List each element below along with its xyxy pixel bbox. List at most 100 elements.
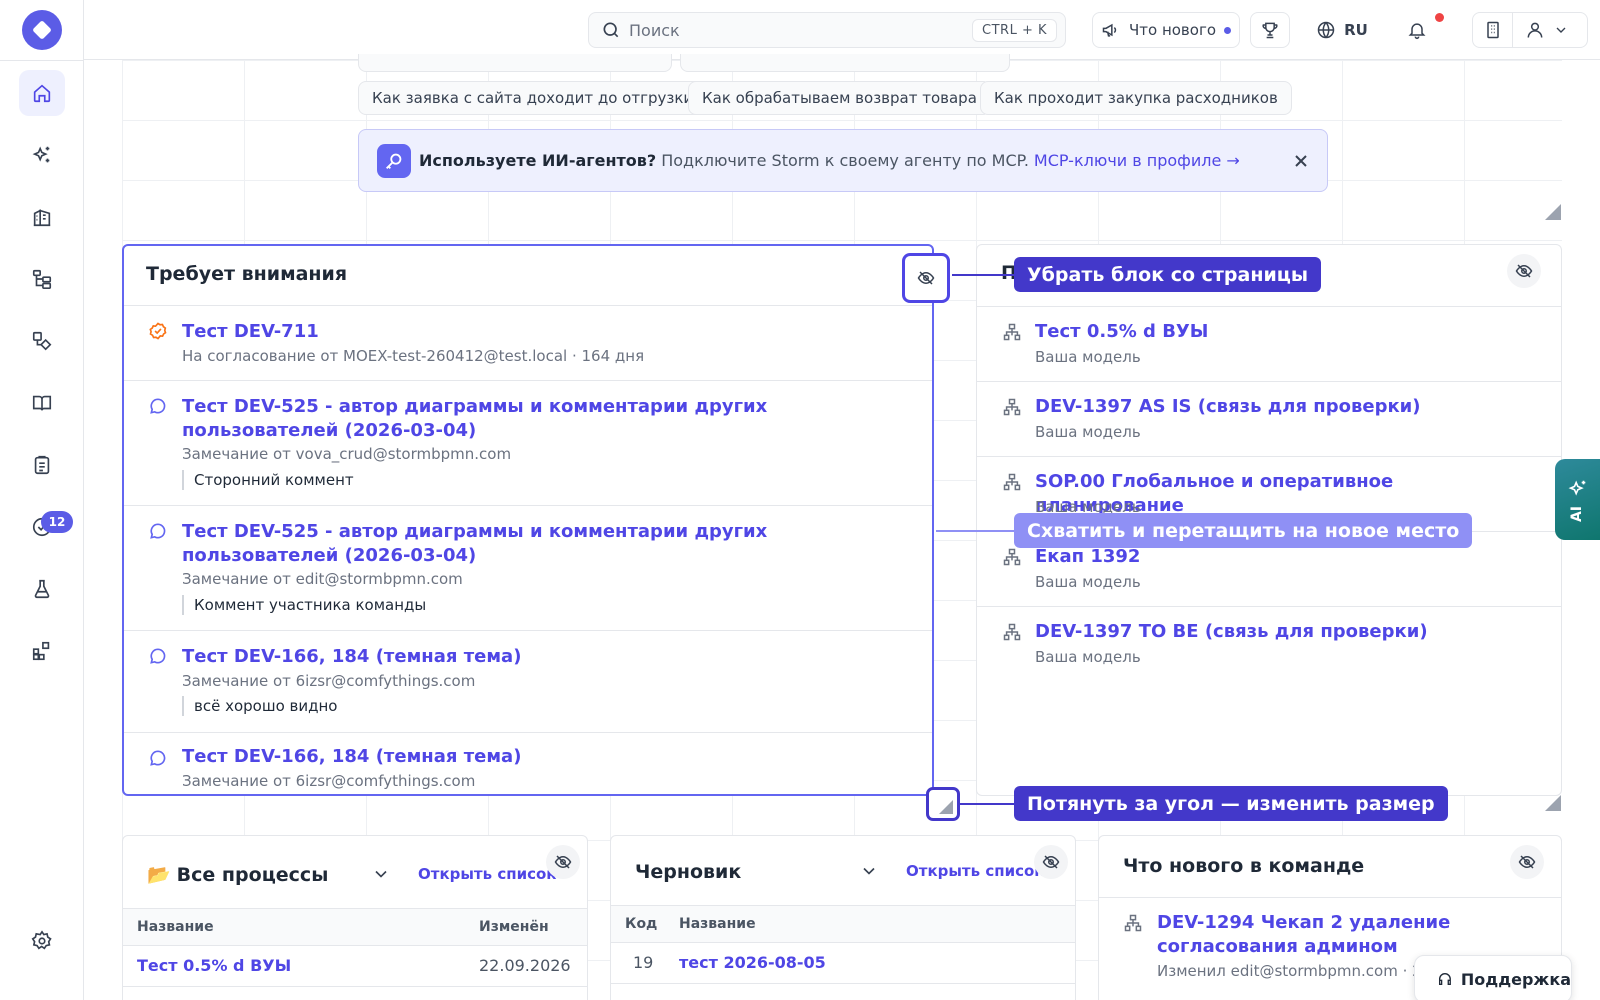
language-button[interactable]: RU bbox=[1304, 12, 1380, 48]
item-comment: Коммент участника команды bbox=[182, 595, 426, 615]
quick-chip-hidden-1[interactable] bbox=[358, 54, 672, 72]
banner-bold-text: Используете ИИ-агентов? bbox=[419, 151, 657, 170]
item-title[interactable]: DEV-1397 AS IS (связь для проверки) bbox=[1035, 395, 1539, 419]
item-title[interactable]: DEV-1397 TO BE (связь для проверки) bbox=[1035, 620, 1539, 644]
banner-text: Подключите Storm к своему агенту по MCP. bbox=[661, 151, 1029, 170]
column-header-code: Код bbox=[625, 916, 658, 932]
draft-card[interactable]: Черновик Открыть список Код Название 19 … bbox=[610, 835, 1076, 1000]
support-button[interactable]: Поддержка bbox=[1414, 955, 1572, 1000]
item-title[interactable]: Тест DEV-166, 184 (темная тема) bbox=[182, 745, 910, 769]
quick-chip[interactable]: Как проходит закупка расходников bbox=[980, 81, 1292, 115]
hide-block-button[interactable] bbox=[546, 845, 580, 879]
process-changed-date: 22.09.2026 bbox=[479, 956, 571, 975]
sidebar-item-clipboard[interactable] bbox=[19, 442, 65, 488]
banner-mcp-link[interactable]: MCP-ключи в профиле → bbox=[1034, 151, 1240, 170]
eye-off-icon bbox=[1515, 264, 1533, 278]
open-list-link[interactable]: Открыть список bbox=[906, 862, 1044, 880]
close-icon[interactable] bbox=[1289, 149, 1313, 173]
callout-hide-block: Убрать блок со страницы bbox=[1014, 257, 1322, 292]
mcp-banner: Используете ИИ-агентов? Подключите Storm… bbox=[358, 129, 1328, 192]
list-item[interactable]: DEV-1397 AS IS (связь для проверки) Ваша… bbox=[977, 381, 1561, 456]
sparkles-icon bbox=[1568, 479, 1585, 496]
item-title[interactable]: Тест DEV-525 - автор диаграммы и коммент… bbox=[182, 395, 910, 443]
clipboard-icon bbox=[34, 455, 50, 475]
item-subtitle: Ваша модель bbox=[1035, 423, 1141, 441]
search-input[interactable]: Поиск bbox=[629, 21, 972, 40]
item-subtitle: Ваша модель bbox=[1035, 348, 1141, 366]
language-label: RU bbox=[1344, 21, 1368, 39]
diagram-icon bbox=[1003, 473, 1021, 491]
diagram-icon bbox=[1003, 623, 1021, 641]
ai-assistant-tab[interactable]: AI bbox=[1555, 459, 1600, 540]
sidebar-item-knowledge[interactable] bbox=[19, 380, 65, 426]
process-link[interactable]: Тест 0.5% d ВУЫ bbox=[137, 956, 291, 975]
logo-diamond-icon bbox=[33, 21, 51, 39]
resize-corner-highlight[interactable] bbox=[926, 787, 960, 821]
team-news-title: Что нового в команде bbox=[1123, 855, 1365, 877]
all-processes-card[interactable]: 📂 Все процессы Открыть список Название Из… bbox=[122, 835, 588, 1000]
list-item[interactable]: Тест DEV-166, 184 (темная тема) Замечани… bbox=[124, 732, 932, 794]
item-subtitle: На согласование от MOEX-test-260412@test… bbox=[182, 347, 645, 365]
hierarchy-icon bbox=[32, 269, 52, 289]
whats-new-label: Что нового bbox=[1128, 21, 1217, 39]
item-title[interactable]: Тест DEV-711 bbox=[182, 320, 910, 344]
sidebar-item-widgets[interactable] bbox=[19, 628, 65, 674]
draft-link[interactable]: тест 2026-08-05 bbox=[679, 953, 826, 972]
list-item[interactable]: Тест DEV-525 - автор диаграммы и коммент… bbox=[124, 380, 932, 505]
list-item[interactable]: DEV-1397 TO BE (связь для проверки) Ваша… bbox=[977, 606, 1561, 681]
item-title[interactable]: DEV-1294 Чекап 2 удаление согласования а… bbox=[1157, 911, 1539, 959]
sidebar-item-ai[interactable] bbox=[19, 132, 65, 178]
company-icon bbox=[1486, 21, 1499, 39]
sidebar-item-home[interactable] bbox=[19, 70, 65, 116]
diagram-icon bbox=[1003, 548, 1021, 566]
headset-icon bbox=[1438, 973, 1451, 985]
item-title[interactable]: Тест DEV-525 - автор диаграммы и коммент… bbox=[182, 520, 910, 568]
item-title[interactable]: Тест 0.5% d ВУЫ bbox=[1035, 320, 1539, 344]
list-item[interactable]: Тест 0.5% d ВУЫ Ваша модель bbox=[977, 306, 1561, 381]
list-item[interactable]: Тест DEV-525 - автор диаграммы и коммент… bbox=[124, 505, 932, 630]
resize-handle-icon[interactable] bbox=[1545, 795, 1561, 811]
list-item[interactable]: Тест DEV-166, 184 (темная тема) Замечани… bbox=[124, 630, 932, 732]
home-icon bbox=[33, 84, 51, 103]
attention-card[interactable]: Требует внимания Тест DEV-711 На согласо… bbox=[122, 244, 934, 796]
resize-handle-icon bbox=[939, 800, 953, 814]
hide-block-button[interactable] bbox=[1034, 845, 1068, 879]
item-title[interactable]: Тест DEV-166, 184 (темная тема) bbox=[182, 645, 910, 669]
search-bar[interactable]: Поиск CTRL + K bbox=[588, 12, 1066, 48]
quick-chip[interactable]: Как обрабатываем возврат товара bbox=[688, 81, 991, 115]
list-item[interactable]: Тест DEV-711 На согласование от MOEX-tes… bbox=[124, 305, 932, 380]
eye-off-icon bbox=[1518, 855, 1536, 869]
sidebar-item-organization[interactable] bbox=[19, 194, 65, 240]
achievements-button[interactable] bbox=[1250, 12, 1290, 48]
hide-block-button[interactable] bbox=[1510, 845, 1544, 879]
sidebar-item-lab[interactable] bbox=[19, 566, 65, 612]
book-icon bbox=[32, 395, 52, 411]
comment-icon bbox=[150, 523, 166, 539]
chevron-down-icon[interactable] bbox=[371, 864, 391, 884]
tasks-count-badge: 12 bbox=[41, 511, 73, 533]
chevron-down-icon[interactable] bbox=[859, 861, 879, 881]
logo[interactable] bbox=[22, 10, 62, 50]
all-processes-title: 📂 Все процессы bbox=[147, 864, 329, 886]
hide-block-button[interactable] bbox=[909, 261, 943, 295]
key-search-icon bbox=[377, 143, 411, 178]
sidebar-item-settings[interactable] bbox=[19, 918, 65, 964]
sidebar-item-structure[interactable] bbox=[19, 256, 65, 302]
profile-button[interactable] bbox=[1472, 12, 1588, 48]
search-icon bbox=[603, 22, 619, 38]
eye-off-icon bbox=[917, 271, 935, 285]
whats-new-button[interactable]: Что нового bbox=[1092, 12, 1240, 48]
sparkles-icon bbox=[32, 146, 50, 163]
notifications-button[interactable] bbox=[1397, 12, 1437, 48]
open-list-link[interactable]: Открыть список bbox=[418, 865, 556, 883]
item-subtitle: Замечание от edit@stormbpmn.com bbox=[182, 570, 463, 588]
hide-block-button[interactable] bbox=[1507, 254, 1541, 288]
quick-chip[interactable]: Как заявка с сайта доходит до отгрузки bbox=[358, 81, 708, 115]
sidebar-item-processes[interactable] bbox=[19, 318, 65, 364]
item-title[interactable]: Екап 1392 bbox=[1035, 545, 1539, 569]
comment-icon bbox=[150, 750, 166, 766]
topbar: Поиск CTRL + K Что нового RU bbox=[84, 0, 1600, 60]
resize-handle-icon[interactable] bbox=[1545, 204, 1561, 220]
trophy-icon bbox=[1262, 22, 1278, 39]
quick-chip-hidden-2[interactable] bbox=[680, 54, 1010, 72]
